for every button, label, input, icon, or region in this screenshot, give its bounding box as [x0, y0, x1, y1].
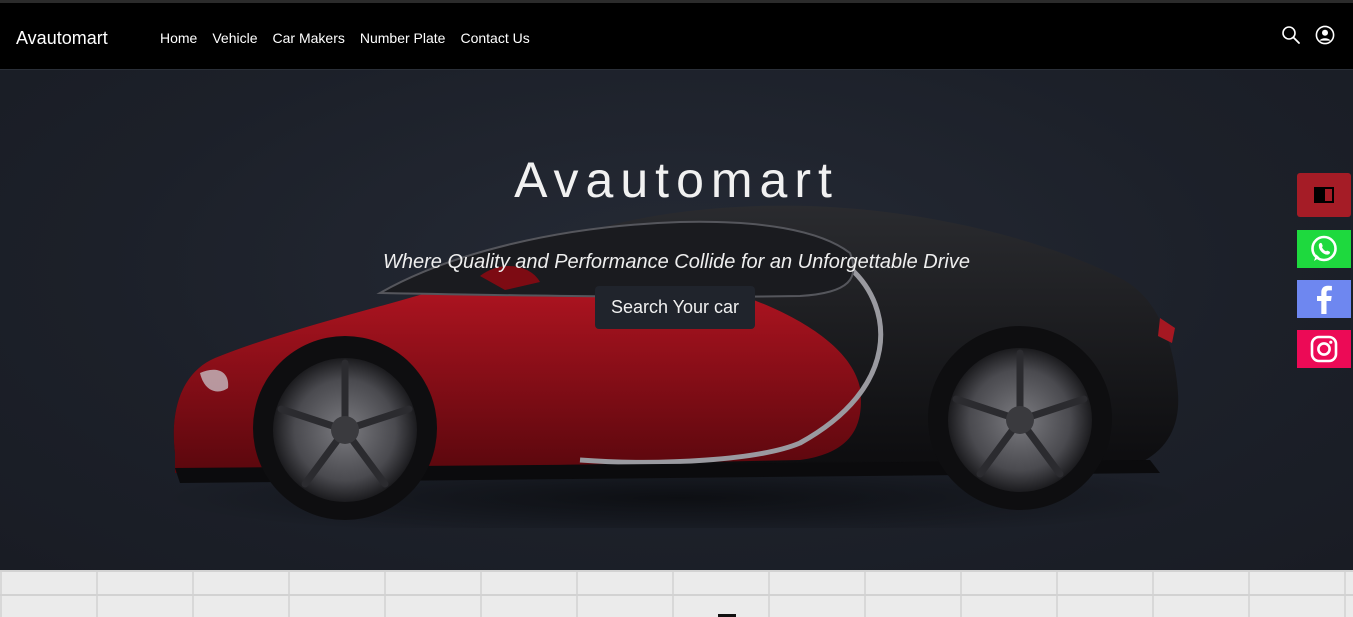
main-nav: Home Vehicle Car Makers Number Plate Con…	[160, 30, 545, 46]
hero-subtitle: Where Quality and Performance Collide fo…	[383, 251, 970, 273]
search-icon[interactable]	[1281, 25, 1301, 45]
facebook-icon	[1317, 285, 1332, 314]
nav-vehicle[interactable]: Vehicle	[212, 30, 257, 46]
user-account-icon[interactable]	[1315, 25, 1335, 45]
nav-contact-us[interactable]: Contact Us	[460, 30, 529, 46]
sports-car-image	[160, 205, 1200, 528]
nav-number-plate[interactable]: Number Plate	[360, 30, 446, 46]
social-book-button[interactable]	[1297, 173, 1351, 217]
whatsapp-icon	[1311, 235, 1337, 262]
brick-wall-section	[0, 570, 1353, 617]
hero-title: Avautomart	[514, 152, 839, 208]
nav-home[interactable]: Home	[160, 30, 197, 46]
social-whatsapp-button[interactable]	[1297, 230, 1351, 268]
top-navbar: Avautomart Home Vehicle Car Makers Numbe…	[0, 0, 1353, 70]
instagram-icon	[1310, 335, 1338, 363]
header-icons	[1281, 25, 1335, 45]
search-your-car-button[interactable]: Search Your car	[595, 286, 755, 329]
book-icon	[1314, 187, 1334, 203]
brand-logo-text[interactable]: Avautomart	[16, 28, 108, 48]
hero-banner: Avautomart Where Quality and Performance…	[0, 70, 1353, 570]
social-facebook-button[interactable]	[1297, 280, 1351, 318]
nav-car-makers[interactable]: Car Makers	[273, 30, 345, 46]
social-instagram-button[interactable]	[1297, 330, 1351, 368]
